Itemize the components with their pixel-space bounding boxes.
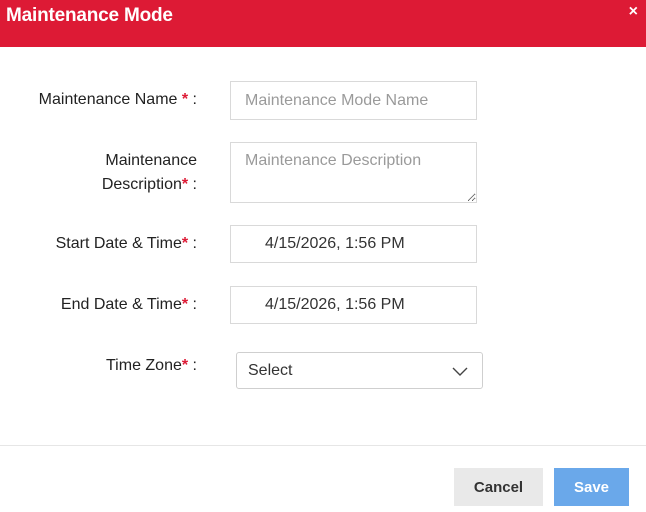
maintenance-description-label: Maintenance Description* :	[0, 149, 197, 197]
maintenance-description-label-line1: Maintenance	[105, 152, 197, 169]
end-datetime-input[interactable]	[230, 286, 477, 324]
start-datetime-input[interactable]	[230, 225, 477, 263]
timezone-label: Time Zone* :	[0, 354, 197, 378]
maintenance-name-input[interactable]	[230, 81, 477, 120]
label-colon: :	[188, 296, 197, 313]
maintenance-name-label: Maintenance Name * :	[0, 88, 197, 112]
save-button[interactable]: Save	[554, 468, 629, 506]
maintenance-description-textarea[interactable]	[230, 142, 477, 203]
maintenance-description-label-line2: Description	[101, 176, 182, 193]
close-icon[interactable]: ×	[629, 4, 638, 20]
start-datetime-label-text: Start Date & Time	[55, 235, 182, 252]
cancel-button[interactable]: Cancel	[454, 468, 543, 506]
timezone-label-text: Time Zone	[106, 357, 182, 374]
end-datetime-label-text: End Date & Time	[60, 296, 182, 313]
timezone-selected-value: Select	[248, 362, 293, 379]
dialog-header: Maintenance Mode ×	[0, 0, 646, 47]
chevron-down-icon	[452, 367, 468, 376]
maintenance-name-label-text: Maintenance Name	[38, 91, 178, 108]
dialog-title: Maintenance Mode	[6, 5, 173, 26]
footer-divider	[0, 445, 646, 446]
maintenance-mode-dialog: Maintenance Mode × Maintenance Name * : …	[0, 0, 646, 512]
end-datetime-label: End Date & Time* :	[0, 293, 197, 317]
label-colon: :	[188, 91, 197, 108]
timezone-select[interactable]: Select	[236, 352, 483, 389]
label-colon: :	[188, 235, 197, 252]
start-datetime-label: Start Date & Time* :	[0, 232, 197, 256]
label-colon: :	[188, 357, 197, 374]
label-colon: :	[188, 176, 197, 193]
